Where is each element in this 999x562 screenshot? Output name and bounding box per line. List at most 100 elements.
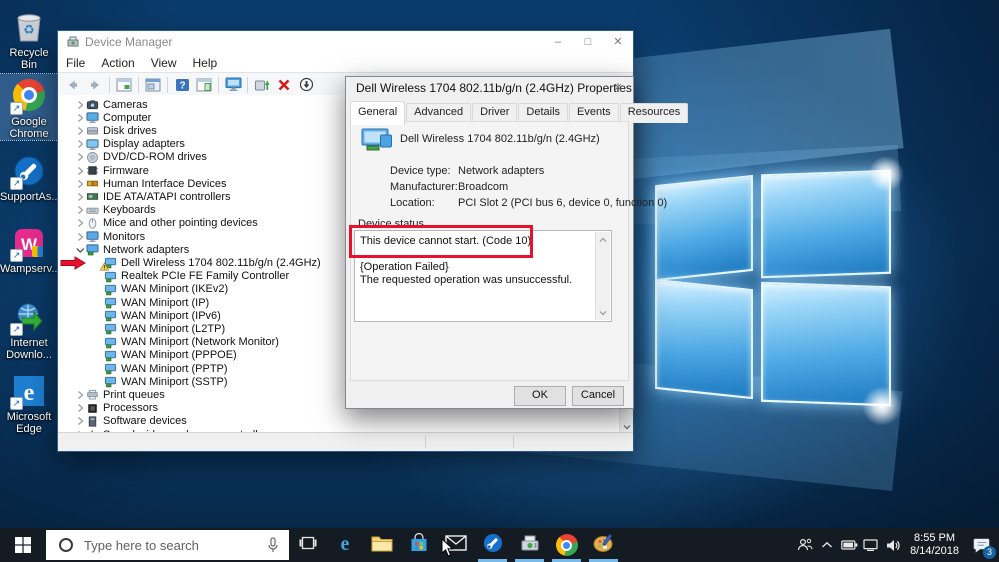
tree-item[interactable]: WAN Miniport (IKEv2) xyxy=(92,283,228,296)
tree-item[interactable]: WAN Miniport (IPv6) xyxy=(92,309,221,322)
tab-events[interactable]: Events xyxy=(569,103,619,123)
tree-item[interactable]: IDE ATA/ATAPI controllers xyxy=(74,190,231,203)
tray-overflow-chevron-icon[interactable] xyxy=(816,528,838,562)
tree-item[interactable]: WAN Miniport (SSTP) xyxy=(92,375,228,388)
update-driver-button[interactable] xyxy=(251,75,273,95)
desktop-icon-recycle-bin[interactable]: ♻ Recycle Bin xyxy=(0,6,58,71)
cancel-button[interactable]: Cancel xyxy=(572,386,624,406)
people-icon[interactable] xyxy=(794,528,816,562)
tree-item[interactable]: WAN Miniport (L2TP) xyxy=(92,322,225,335)
desktop-icon-internet-download-manager[interactable]: ↗ Internet Downlo... xyxy=(0,296,58,361)
ok-button[interactable]: OK xyxy=(514,386,566,406)
taskbar-app-task-view[interactable] xyxy=(289,528,326,562)
dialog-close-button[interactable]: ✕ xyxy=(603,77,633,99)
tab-driver[interactable]: Driver xyxy=(472,103,518,123)
desktop-icon-supportassist[interactable]: ↗ SupportAs... xyxy=(0,150,61,203)
chevron-right-icon[interactable] xyxy=(74,191,86,203)
tree-item[interactable]: Network adapters xyxy=(74,243,189,256)
menu-action[interactable]: Action xyxy=(93,56,142,70)
desktop-icon-microsoft-edge[interactable]: e ↗ Microsoft Edge xyxy=(0,370,58,435)
menu-help[interactable]: Help xyxy=(185,56,226,70)
status-scrollbar[interactable] xyxy=(595,232,610,320)
tree-item[interactable]: WAN Miniport (IP) xyxy=(92,296,209,309)
tree-item[interactable]: Disk drives xyxy=(74,124,157,137)
chevron-right-icon[interactable] xyxy=(74,217,86,229)
tree-item[interactable]: Human Interface Devices xyxy=(74,177,227,190)
tab-resources[interactable]: Resources xyxy=(619,103,689,123)
tree-item[interactable]: Cameras xyxy=(74,98,148,111)
scroll-up-icon[interactable] xyxy=(597,233,609,246)
device-status-box[interactable]: This device cannot start. (Code 10) {Oper… xyxy=(354,230,612,322)
maximize-button[interactable]: □ xyxy=(573,31,603,53)
taskbar-app-chrome[interactable] xyxy=(548,528,585,562)
uninstall-device-button[interactable] xyxy=(273,75,295,95)
battery-icon[interactable] xyxy=(838,528,860,562)
tree-item[interactable]: Realtek PCIe FE Family Controller xyxy=(92,270,289,283)
tree-item[interactable]: Keyboards xyxy=(74,204,156,217)
tree-item[interactable]: Mice and other pointing devices xyxy=(74,217,258,230)
forward-button[interactable] xyxy=(84,75,106,95)
tree-item[interactable]: Monitors xyxy=(74,230,145,243)
tree-item[interactable]: Display adapters xyxy=(74,138,185,151)
tree-item[interactable]: Computer xyxy=(74,111,151,124)
back-button[interactable] xyxy=(62,75,84,95)
tab-details[interactable]: Details xyxy=(518,103,569,123)
tree-item[interactable]: Dell Wireless 1704 802.11b/g/n (2.4GHz) xyxy=(92,256,321,271)
properties-window-button[interactable] xyxy=(142,75,164,95)
tree-item[interactable]: WAN Miniport (PPPOE) xyxy=(92,349,237,362)
tree-item[interactable]: DVD/CD-ROM drives xyxy=(74,151,207,164)
start-button[interactable] xyxy=(0,528,46,562)
search-input[interactable] xyxy=(82,536,246,554)
tab-general[interactable]: General xyxy=(350,101,406,125)
device-manager-titlebar[interactable]: Device Manager – □ ✕ xyxy=(58,31,633,53)
chevron-right-icon[interactable] xyxy=(74,151,86,163)
dialog-titlebar[interactable]: Dell Wireless 1704 802.11b/g/n (2.4GHz) … xyxy=(346,77,633,99)
action-pane-button[interactable] xyxy=(193,75,215,95)
menu-view[interactable]: View xyxy=(143,56,185,70)
tree-item[interactable]: WAN Miniport (Network Monitor) xyxy=(92,336,279,349)
taskbar-app-device-manager[interactable] xyxy=(511,528,548,562)
volume-icon[interactable] xyxy=(882,528,904,562)
close-button[interactable]: ✕ xyxy=(603,31,633,53)
toolbar-separator xyxy=(167,76,168,93)
tree-item[interactable]: Software devices xyxy=(74,415,187,428)
taskbar-app-supportassist[interactable] xyxy=(474,528,511,562)
disable-device-button[interactable] xyxy=(295,75,317,95)
taskbar-search[interactable] xyxy=(46,530,289,560)
tree-item[interactable]: Firmware xyxy=(74,164,149,177)
taskbar-app-edge[interactable]: e xyxy=(326,528,363,562)
desktop-icon-wampserver[interactable]: W ↗ Wampserv... xyxy=(0,222,61,275)
chevron-right-icon[interactable] xyxy=(74,178,86,190)
chevron-right-icon[interactable] xyxy=(74,165,86,177)
chevron-right-icon[interactable] xyxy=(74,112,86,124)
devices-view-button[interactable] xyxy=(222,75,244,95)
chevron-right-icon[interactable] xyxy=(74,204,86,216)
taskbar-app-file-explorer[interactable] xyxy=(363,528,400,562)
taskbar-app-store[interactable] xyxy=(400,528,437,562)
show-console-tree-button[interactable] xyxy=(113,75,135,95)
scroll-down-icon[interactable] xyxy=(597,306,609,319)
tab-advanced[interactable]: Advanced xyxy=(406,103,472,123)
menu-file[interactable]: File xyxy=(58,56,93,70)
chevron-right-icon[interactable] xyxy=(74,389,86,401)
chevron-right-icon[interactable] xyxy=(74,231,86,243)
help-button[interactable]: ? xyxy=(171,75,193,95)
chevron-right-icon[interactable] xyxy=(74,125,86,137)
taskbar-app-paint[interactable] xyxy=(585,528,622,562)
chevron-right-icon[interactable] xyxy=(74,99,86,111)
microphone-icon[interactable] xyxy=(267,537,279,553)
network-icon[interactable] xyxy=(860,528,882,562)
desktop-icon-google-chrome[interactable]: ↗ Google Chrome xyxy=(0,73,59,141)
chevron-right-icon[interactable] xyxy=(74,138,86,150)
action-center-button[interactable]: 3 xyxy=(965,528,999,562)
tree-item[interactable]: WAN Miniport (PPTP) xyxy=(92,362,228,375)
chevron-down-icon[interactable] xyxy=(74,244,86,256)
minimize-button[interactable]: – xyxy=(543,31,573,53)
tree-item[interactable]: Print queues xyxy=(74,388,165,401)
chevron-right-icon[interactable] xyxy=(74,402,86,414)
tree-item-label: WAN Miniport (PPPOE) xyxy=(121,349,237,362)
edge-icon: e xyxy=(334,532,356,559)
tree-item[interactable]: Processors xyxy=(74,402,158,415)
chevron-right-icon[interactable] xyxy=(74,415,86,427)
taskbar-clock[interactable]: 8:55 PM 8/14/2018 xyxy=(904,532,965,558)
